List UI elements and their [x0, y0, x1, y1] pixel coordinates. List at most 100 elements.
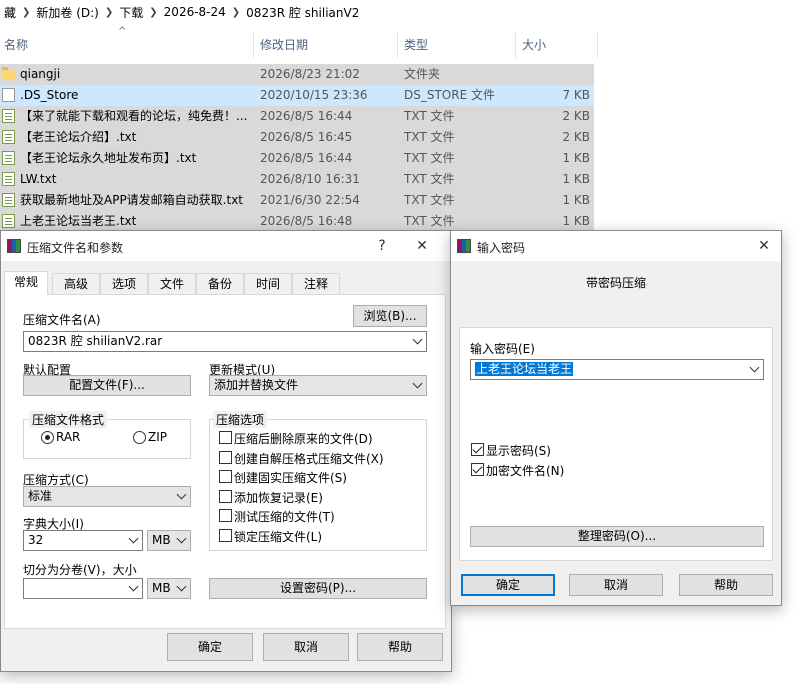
column-header-size[interactable]: 大小 — [518, 32, 598, 58]
tab-options[interactable]: 选项 — [100, 273, 148, 295]
archive-parameters-dialog: 压缩文件名和参数 ? ✕ 常规 高级 选项 文件 备份 时间 注释 压缩文件名(… — [0, 230, 452, 672]
breadcrumb-item[interactable]: 新加卷 (D:) — [32, 4, 102, 21]
column-header-date[interactable]: 修改日期 — [256, 32, 398, 58]
chevron-down-icon[interactable] — [412, 378, 423, 389]
archive-name-value: 0823R 腔 shilianV2.rar — [28, 334, 163, 348]
encrypt-file-names-label[interactable]: 加密文件名(N) — [486, 462, 564, 479]
option-checkbox[interactable] — [219, 470, 232, 483]
file-size: 2 KB — [562, 130, 590, 144]
option-checkbox[interactable] — [219, 489, 232, 503]
tab-advanced[interactable]: 高级 — [52, 273, 100, 295]
file-size: 1 KB — [562, 193, 590, 207]
breadcrumb-item[interactable]: 2026-8-24 — [160, 5, 230, 19]
show-password-checkbox[interactable] — [471, 443, 484, 456]
file-name: LW.txt — [20, 172, 57, 186]
file-date: 2026/8/23 21:02 — [260, 67, 360, 81]
archive-help-button[interactable]: 帮助 — [357, 633, 443, 661]
chevron-down-icon[interactable] — [176, 489, 187, 500]
tab-time[interactable]: 时间 — [244, 273, 292, 295]
split-unit-select[interactable]: MB — [147, 578, 191, 599]
chevron-down-icon[interactable] — [176, 533, 187, 544]
file-row[interactable]: qiangji 2026/8/23 21:02 文件夹 — [0, 64, 594, 85]
update-mode-select[interactable]: 添加并替换文件 — [209, 375, 427, 396]
column-header-name[interactable]: 名称 — [0, 32, 254, 58]
password-help-button[interactable]: 帮助 — [679, 574, 773, 596]
format-zip-label[interactable]: ZIP — [148, 430, 167, 444]
tab-files[interactable]: 文件 — [148, 273, 196, 295]
chevron-right-icon[interactable]: ❯ — [230, 7, 242, 18]
option-label[interactable]: 创建自解压格式压缩文件(X) — [234, 450, 384, 467]
option-checkbox[interactable] — [219, 528, 232, 542]
tab-comment[interactable]: 注释 — [292, 273, 340, 295]
breadcrumb-item[interactable]: 0823R 腔 shilianV2 — [242, 4, 363, 21]
file-row[interactable]: 【老王论坛永久地址发布页】.txt 2026/8/5 16:44 TXT 文件 1 K… — [0, 148, 594, 169]
archive-name-combo[interactable]: 0823R 腔 shilianV2.rar — [23, 331, 427, 352]
close-icon[interactable]: ✕ — [411, 235, 433, 257]
password-ok-button[interactable]: 确定 — [461, 574, 555, 596]
archive-dialog-title: 压缩文件名和参数 — [27, 241, 124, 255]
option-checkbox[interactable] — [219, 509, 232, 522]
file-type: TXT 文件 — [404, 130, 455, 144]
file-size: 1 KB — [562, 151, 590, 165]
dictionary-unit-select[interactable]: MB — [147, 530, 191, 551]
dictionary-size-combo[interactable]: 32 — [23, 530, 143, 551]
file-icon — [2, 88, 15, 102]
chevron-down-icon[interactable] — [176, 581, 187, 592]
format-zip-radio[interactable] — [133, 431, 146, 444]
breadcrumb-item[interactable]: 藏 — [0, 4, 20, 21]
encrypt-file-names-checkbox[interactable] — [471, 463, 484, 476]
file-date: 2026/8/5 16:48 — [260, 214, 353, 228]
help-icon[interactable]: ? — [371, 235, 393, 257]
chevron-right-icon[interactable]: ❯ — [147, 7, 159, 18]
password-value: 上老王论坛当老王 — [475, 362, 574, 376]
chevron-down-icon[interactable] — [412, 334, 423, 345]
option-label[interactable]: 压缩后删除原来的文件(D) — [234, 430, 373, 447]
show-password-label[interactable]: 显示密码(S) — [486, 442, 551, 459]
file-size: 7 KB — [562, 88, 590, 102]
file-row[interactable]: 【老王论坛介绍】.txt 2026/8/5 16:45 TXT 文件 2 KB — [0, 127, 594, 148]
option-label[interactable]: 创建固实压缩文件(S) — [234, 469, 347, 486]
file-row[interactable]: 【来了就能下载和观看的论坛，纯免费！... 2026/8/5 16:44 TXT 文… — [0, 106, 594, 127]
archive-dialog-titlebar[interactable]: 压缩文件名和参数 ? ✕ — [1, 231, 451, 261]
password-dialog-titlebar[interactable]: 输入密码 ✕ — [451, 231, 781, 261]
archive-ok-button[interactable]: 确定 — [167, 633, 253, 661]
format-rar-label[interactable]: RAR — [56, 430, 80, 444]
archive-cancel-button[interactable]: 取消 — [263, 633, 349, 661]
chevron-down-icon[interactable] — [749, 362, 760, 373]
split-volumes-label: 切分为分卷(V)，大小 — [23, 563, 137, 577]
column-header-type[interactable]: 类型 — [400, 32, 516, 58]
option-label[interactable]: 测试压缩的文件(T) — [234, 508, 335, 525]
set-password-button[interactable]: 设置密码(P)... — [209, 578, 427, 599]
enter-password-dialog: 输入密码 ✕ 带密码压缩 输入密码(E) 上老王论坛当老王 显示密码(S) 加密… — [450, 230, 782, 606]
dictionary-size-value: 32 — [28, 533, 44, 547]
file-name: 上老王论坛当老王.txt — [20, 214, 137, 228]
file-row[interactable]: 获取最新地址及APP请发邮箱自动获取.txt 2021/6/30 22:54 TXT… — [0, 190, 594, 211]
file-date: 2026/8/10 16:31 — [260, 172, 360, 186]
chevron-right-icon[interactable]: ❯ — [20, 7, 32, 18]
file-row[interactable]: 上老王论坛当老王.txt 2026/8/5 16:48 TXT 文件 1 KB — [0, 211, 594, 232]
option-label[interactable]: 添加恢复记录(E) — [234, 489, 323, 506]
file-row[interactable]: .DS_Store 2020/10/15 23:36 DS_STORE 文件 7 KB — [0, 85, 594, 106]
tab-backup[interactable]: 备份 — [196, 273, 244, 295]
file-row[interactable]: LW.txt 2026/8/10 16:31 TXT 文件 1 KB — [0, 169, 594, 190]
tab-general[interactable]: 常规 — [4, 271, 48, 295]
compression-method-select[interactable]: 标准 — [23, 486, 191, 507]
option-label[interactable]: 锁定压缩文件(L) — [234, 528, 322, 545]
option-checkbox[interactable] — [219, 431, 232, 444]
password-panel: 输入密码(E) 上老王论坛当老王 显示密码(S) 加密文件名(N) 整理密码(O… — [459, 327, 773, 561]
update-mode-value: 添加并替换文件 — [214, 378, 299, 392]
split-unit-value: MB — [152, 581, 171, 595]
password-input[interactable]: 上老王论坛当老王 — [470, 359, 764, 380]
format-rar-radio[interactable] — [41, 431, 54, 444]
password-cancel-button[interactable]: 取消 — [569, 574, 663, 596]
close-icon[interactable]: ✕ — [753, 235, 775, 257]
breadcrumb-item[interactable]: 下载 — [115, 4, 147, 21]
chevron-right-icon[interactable]: ❯ — [103, 7, 115, 18]
split-volume-size-combo[interactable] — [23, 578, 143, 599]
organize-passwords-button[interactable]: 整理密码(O)... — [470, 526, 764, 547]
chevron-down-icon[interactable] — [128, 581, 139, 592]
option-checkbox[interactable] — [219, 450, 232, 464]
browse-button[interactable]: 浏览(B)... — [353, 305, 427, 327]
chevron-down-icon[interactable] — [128, 533, 139, 544]
profiles-button[interactable]: 配置文件(F)... — [23, 375, 191, 396]
